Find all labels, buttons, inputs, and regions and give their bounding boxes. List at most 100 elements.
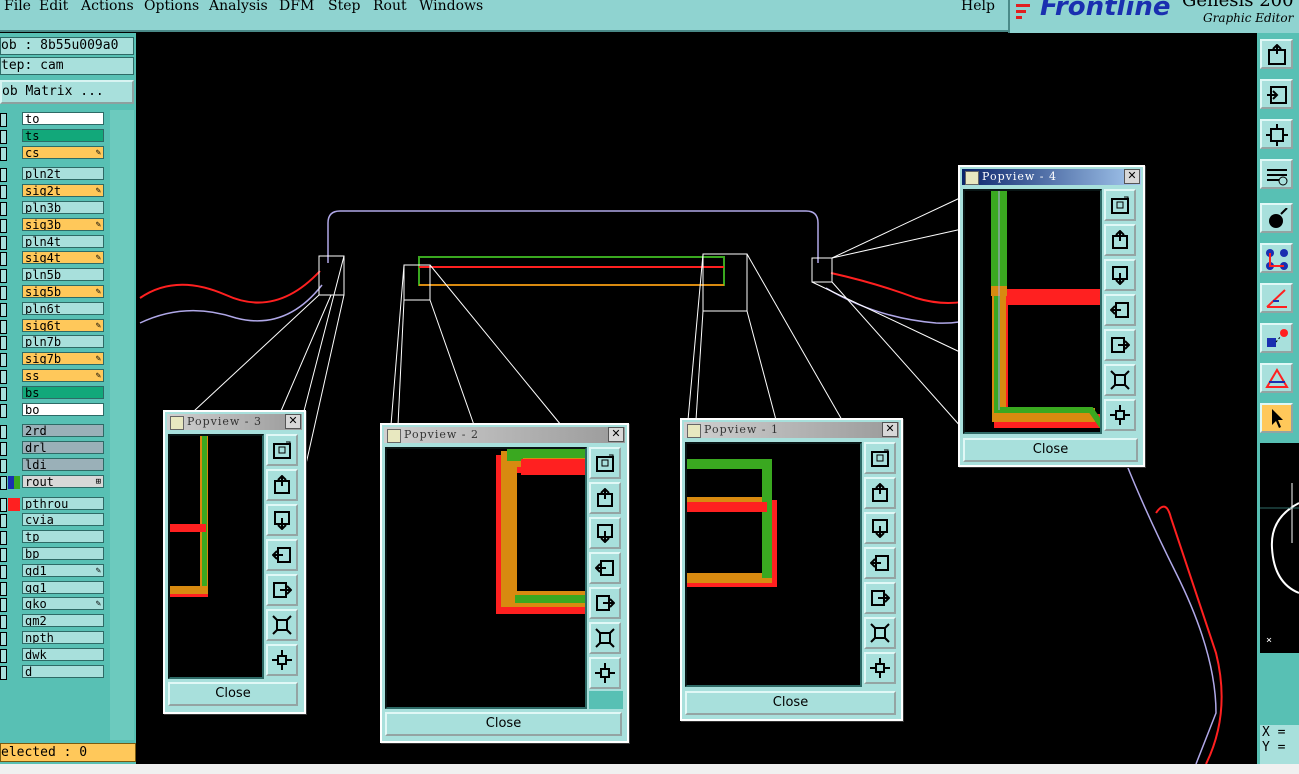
layer-color-swatch[interactable] [8, 475, 20, 489]
layer-row[interactable]: drl [0, 441, 108, 457]
layer-name[interactable]: sig2t ✎ [22, 184, 104, 198]
layer-name[interactable]: bo [22, 402, 104, 416]
layer-color-swatch[interactable] [8, 615, 20, 628]
layer-checkbox[interactable] [0, 648, 7, 663]
pan-up-button[interactable] [1104, 224, 1136, 256]
menu-edit[interactable]: Edit [39, 0, 68, 14]
layer-name[interactable]: pln3b [22, 201, 104, 214]
menu-help[interactable]: Help [961, 0, 995, 14]
layer-row[interactable]: cs ✎ [0, 145, 108, 161]
layer-checkbox[interactable] [0, 531, 7, 546]
layer-row[interactable]: pln3b [0, 201, 108, 216]
layer-checkbox[interactable] [0, 202, 7, 216]
layer-row[interactable]: pthrou [0, 496, 108, 512]
layer-row[interactable]: dwk [0, 647, 108, 663]
zoom-out-button[interactable] [589, 657, 621, 689]
layer-color-swatch[interactable] [8, 548, 20, 561]
layer-checkbox[interactable] [0, 252, 7, 267]
layer-row[interactable]: bp [0, 547, 108, 562]
layer-color-swatch[interactable] [8, 514, 20, 527]
layer-checkbox[interactable] [0, 129, 7, 144]
layer-color-swatch[interactable] [8, 168, 20, 181]
layer-checkbox[interactable] [0, 302, 7, 317]
layer-name[interactable]: bs [22, 385, 104, 399]
pan-down-button[interactable] [864, 512, 896, 544]
layer-color-swatch[interactable] [8, 269, 20, 282]
layer-checkbox[interactable] [0, 403, 7, 418]
menu-windows[interactable]: Windows [419, 0, 483, 14]
layer-row[interactable]: ss ✎ [0, 369, 108, 384]
zoom-in-button[interactable] [266, 434, 298, 466]
layer-name[interactable]: sig4t ✎ [22, 251, 104, 265]
layer-name[interactable]: cs ✎ [22, 145, 104, 159]
zoom-home-button[interactable] [1260, 39, 1293, 69]
popview-4-titlebar[interactable]: Popview - 4 [962, 169, 1141, 185]
layer-row[interactable]: sig4t ✎ [0, 251, 108, 267]
layer-row[interactable]: sig2t ✎ [0, 184, 108, 200]
popview-3-close-button[interactable]: Close [168, 682, 298, 706]
popview-1-canvas[interactable] [685, 442, 862, 687]
snap-button[interactable] [1260, 203, 1293, 233]
layer-color-swatch[interactable] [8, 370, 20, 383]
layer-checkbox[interactable] [0, 218, 7, 233]
popview-4[interactable]: Popview - 4 ✕ Close [958, 165, 1145, 467]
layer-color-swatch[interactable] [8, 320, 20, 333]
menu-dfm[interactable]: DFM [279, 0, 314, 14]
layer-name[interactable]: pln7b [22, 335, 104, 349]
measure-button[interactable] [1260, 159, 1293, 189]
zoom-out-button[interactable] [266, 644, 298, 676]
layer-row[interactable]: d [0, 664, 108, 680]
layer-color-swatch[interactable] [8, 649, 20, 662]
window-menu-icon[interactable] [170, 416, 184, 430]
popview-3-close-icon[interactable]: ✕ [285, 414, 301, 429]
zoom-in-button[interactable] [589, 447, 621, 479]
layer-checkbox[interactable] [0, 497, 7, 512]
layer-name[interactable]: sig5b ✎ [22, 285, 104, 298]
layer-color-swatch[interactable] [8, 531, 20, 544]
pan-down-button[interactable] [589, 517, 621, 549]
layer-row[interactable]: npth [0, 631, 108, 646]
layer-name[interactable]: npth [22, 631, 104, 644]
pan-up-button[interactable] [589, 482, 621, 514]
layer-checkbox[interactable] [0, 185, 7, 200]
layer-row[interactable]: tp [0, 530, 108, 546]
layer-row[interactable]: ts [0, 128, 108, 144]
layer-row[interactable]: ldi [0, 458, 108, 473]
pan-up-button[interactable] [266, 469, 298, 501]
pan-down-button[interactable] [266, 504, 298, 536]
layer-name[interactable]: gm2 [22, 614, 104, 628]
zoom-out-button[interactable] [864, 652, 896, 684]
layer-row[interactable]: sig7b ✎ [0, 352, 108, 368]
pan-left-button[interactable] [1260, 79, 1293, 109]
layer-color-swatch[interactable] [8, 252, 20, 265]
layer-name[interactable]: drl [22, 441, 104, 455]
layer-name[interactable]: to [22, 112, 104, 125]
pan-left-button[interactable] [1104, 294, 1136, 326]
layer-color-swatch[interactable] [8, 202, 20, 215]
pan-right-button[interactable] [266, 574, 298, 606]
popview-2[interactable]: Popview - 2 ✕ Close [380, 423, 629, 743]
shape-button[interactable] [1260, 323, 1293, 353]
layer-checkbox[interactable] [0, 459, 7, 473]
layer-color-swatch[interactable] [8, 353, 20, 366]
layer-name[interactable]: pln2t [22, 167, 104, 181]
layer-row[interactable]: gg1 [0, 580, 108, 596]
popview-4-close-icon[interactable]: ✕ [1124, 169, 1140, 184]
pan-right-button[interactable] [1104, 329, 1136, 361]
popview-1-close-icon[interactable]: ✕ [882, 422, 898, 437]
layer-row[interactable]: pln2t [0, 167, 108, 183]
zoom-in-button[interactable] [864, 442, 896, 474]
layer-color-swatch[interactable] [8, 632, 20, 645]
layer-color-swatch[interactable] [8, 387, 20, 400]
layer-checkbox[interactable] [0, 319, 7, 334]
menu-rout[interactable]: Rout [373, 0, 407, 14]
layer-row[interactable]: bo [0, 402, 108, 418]
window-menu-icon[interactable] [965, 171, 979, 185]
layer-color-swatch[interactable] [8, 565, 20, 578]
layer-name[interactable]: cvia [22, 513, 104, 527]
layer-checkbox[interactable] [0, 386, 7, 401]
popview-1[interactable]: Popview - 1 ✕ Close [680, 418, 903, 721]
layer-checkbox[interactable] [0, 235, 7, 250]
layer-checkbox[interactable] [0, 146, 7, 161]
layer-checkbox[interactable] [0, 168, 7, 183]
